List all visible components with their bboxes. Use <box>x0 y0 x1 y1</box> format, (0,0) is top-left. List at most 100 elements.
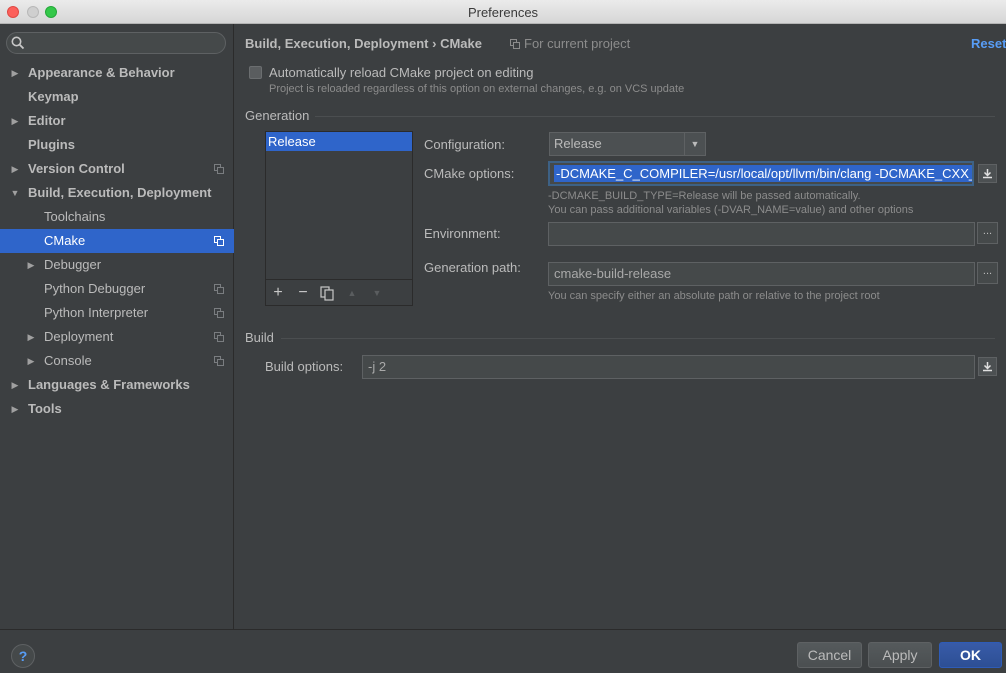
remove-profile-button[interactable]: − <box>295 284 311 302</box>
build-options-label: Build options: <box>265 359 344 374</box>
chevron-right-icon[interactable]: ▶ <box>9 61 21 85</box>
profile-item[interactable]: Release <box>266 132 412 151</box>
search-icon <box>11 36 25 50</box>
expand-build-options-button[interactable] <box>978 357 997 376</box>
sidebar-item[interactable]: ▶ Appearance & Behavior <box>0 61 234 85</box>
sidebar-item[interactable]: ▶ Tools <box>0 397 234 421</box>
sidebar-item[interactable]: ▶ Deployment <box>0 325 234 349</box>
generation-path-input[interactable]: cmake-build-release <box>548 262 975 286</box>
chevron-right-icon[interactable]: ▶ <box>25 349 37 373</box>
sidebar-item-label: CMake <box>44 233 86 248</box>
sidebar-item[interactable]: ▶ Debugger <box>0 253 234 277</box>
generation-path-hint: You can specify either an absolute path … <box>548 290 880 302</box>
cmake-options-label: CMake options: <box>424 166 515 181</box>
environment-input[interactable] <box>548 222 975 246</box>
generation-divider <box>315 116 995 117</box>
expand-cmake-options-button[interactable] <box>978 164 997 183</box>
sidebar-item-label: Toolchains <box>44 209 106 224</box>
auto-reload-hint: Project is reloaded regardless of this o… <box>269 83 685 95</box>
settings-search-input[interactable] <box>6 32 226 54</box>
cancel-button[interactable]: Cancel <box>797 642 862 668</box>
add-profile-button[interactable]: + <box>270 284 286 302</box>
sidebar-item[interactable]: Python Debugger <box>0 277 234 301</box>
sidebar-item[interactable]: ▶ Version Control <box>0 157 234 181</box>
configuration-value: Release <box>554 136 602 151</box>
sidebar-item[interactable]: ▶ Languages & Frameworks <box>0 373 234 397</box>
sidebar-item[interactable]: ▼ Build, Execution, Deployment <box>0 181 234 205</box>
chevron-right-icon[interactable]: ▶ <box>25 325 37 349</box>
build-divider <box>281 338 995 339</box>
auto-reload-checkbox[interactable] <box>249 66 262 79</box>
breadcrumb: Build, Execution, Deployment › CMake <box>245 36 482 51</box>
build-section-title: Build <box>245 330 274 345</box>
profiles-toolbar: + − ▲ ▼ <box>266 279 412 305</box>
apply-button[interactable]: Apply <box>868 642 932 668</box>
move-up-button[interactable]: ▲ <box>344 284 360 302</box>
settings-sidebar: ▶ Appearance & Behavior Keymap ▶ Editor Plugi… <box>0 24 234 629</box>
breadcrumb-separator: › <box>432 36 437 51</box>
sidebar-item[interactable]: Keymap <box>0 85 234 109</box>
chevron-down-icon[interactable]: ▼ <box>9 181 21 205</box>
cmake-options-hint-2: You can pass additional variables (-DVAR… <box>548 204 914 216</box>
environment-label: Environment: <box>424 226 501 241</box>
sidebar-item[interactable]: Python Interpreter <box>0 301 234 325</box>
cmake-settings-panel: Build, Execution, Deployment › CMake For… <box>235 24 1006 629</box>
expand-icon <box>983 362 992 372</box>
title-bar: Preferences <box>0 0 1006 24</box>
sidebar-item-label: Languages & Frameworks <box>28 377 190 392</box>
dialog-footer: ? Cancel Apply OK <box>0 629 1006 673</box>
sidebar-item[interactable]: ▶ Editor <box>0 109 234 133</box>
sidebar-item-label: Debugger <box>44 257 102 272</box>
project-scope-icon <box>214 308 224 318</box>
chevron-right-icon[interactable]: ▶ <box>9 397 21 421</box>
generation-path-label: Generation path: <box>424 260 521 275</box>
sidebar-item-label: Keymap <box>28 89 79 104</box>
profiles-list: Release + − ▲ ▼ <box>265 131 413 306</box>
build-options-input[interactable]: -j 2 <box>362 355 975 379</box>
project-scope-icon <box>214 356 224 366</box>
sidebar-item-label: Python Debugger <box>44 281 146 296</box>
sidebar-item-label: Appearance & Behavior <box>28 65 175 80</box>
copy-profile-button[interactable] <box>319 284 335 302</box>
generation-path-browse-button[interactable]: ... <box>977 262 998 284</box>
auto-reload-label[interactable]: Automatically reload CMake project on ed… <box>269 65 533 80</box>
chevron-right-icon[interactable]: ▶ <box>9 373 21 397</box>
generation-section-title: Generation <box>245 108 310 123</box>
sidebar-item-label: Build, Execution, Deployment <box>28 185 212 200</box>
configuration-label: Configuration: <box>424 137 505 152</box>
build-options-value: -j 2 <box>368 359 387 374</box>
project-scope-icon <box>214 236 224 246</box>
sidebar-item-label: Python Interpreter <box>44 305 149 320</box>
window-title: Preferences <box>467 5 539 20</box>
sidebar-item-label: Plugins <box>28 137 75 152</box>
cmake-options-hint-1: -DCMAKE_BUILD_TYPE=Release will be passe… <box>548 190 861 202</box>
project-scope-icon <box>214 284 224 294</box>
cmake-options-value: -DCMAKE_C_COMPILER=/usr/local/opt/llvm/b… <box>554 165 972 182</box>
sidebar-item-label: Tools <box>28 401 62 416</box>
chevron-down-icon[interactable]: ▼ <box>684 133 705 155</box>
chevron-right-icon[interactable]: ▶ <box>9 157 21 181</box>
project-scope-icon <box>510 39 520 49</box>
project-scope-label: For current project <box>510 36 630 51</box>
cmake-options-input[interactable]: -DCMAKE_C_COMPILER=/usr/local/opt/llvm/b… <box>548 161 974 186</box>
copy-icon <box>320 286 334 301</box>
breadcrumb-parent: Build, Execution, Deployment <box>245 36 429 51</box>
project-scope-icon <box>214 332 224 342</box>
help-button[interactable]: ? <box>11 644 35 668</box>
reset-link[interactable]: Reset <box>971 36 1006 51</box>
sidebar-item-label: Editor <box>28 113 66 128</box>
sidebar-item[interactable]: CMake <box>0 229 234 253</box>
ok-button[interactable]: OK <box>939 642 1002 668</box>
sidebar-item[interactable]: Plugins <box>0 133 234 157</box>
environment-browse-button[interactable]: ... <box>977 222 998 244</box>
sidebar-item-label: Version Control <box>28 161 125 176</box>
sidebar-item[interactable]: Toolchains <box>0 205 234 229</box>
expand-icon <box>983 169 992 179</box>
project-scope-icon <box>214 164 224 174</box>
chevron-right-icon[interactable]: ▶ <box>9 109 21 133</box>
generation-path-value: cmake-build-release <box>554 266 672 281</box>
move-down-button[interactable]: ▼ <box>369 284 385 302</box>
chevron-right-icon[interactable]: ▶ <box>25 253 37 277</box>
configuration-select[interactable]: Release ▼ <box>549 132 706 156</box>
sidebar-item[interactable]: ▶ Console <box>0 349 234 373</box>
